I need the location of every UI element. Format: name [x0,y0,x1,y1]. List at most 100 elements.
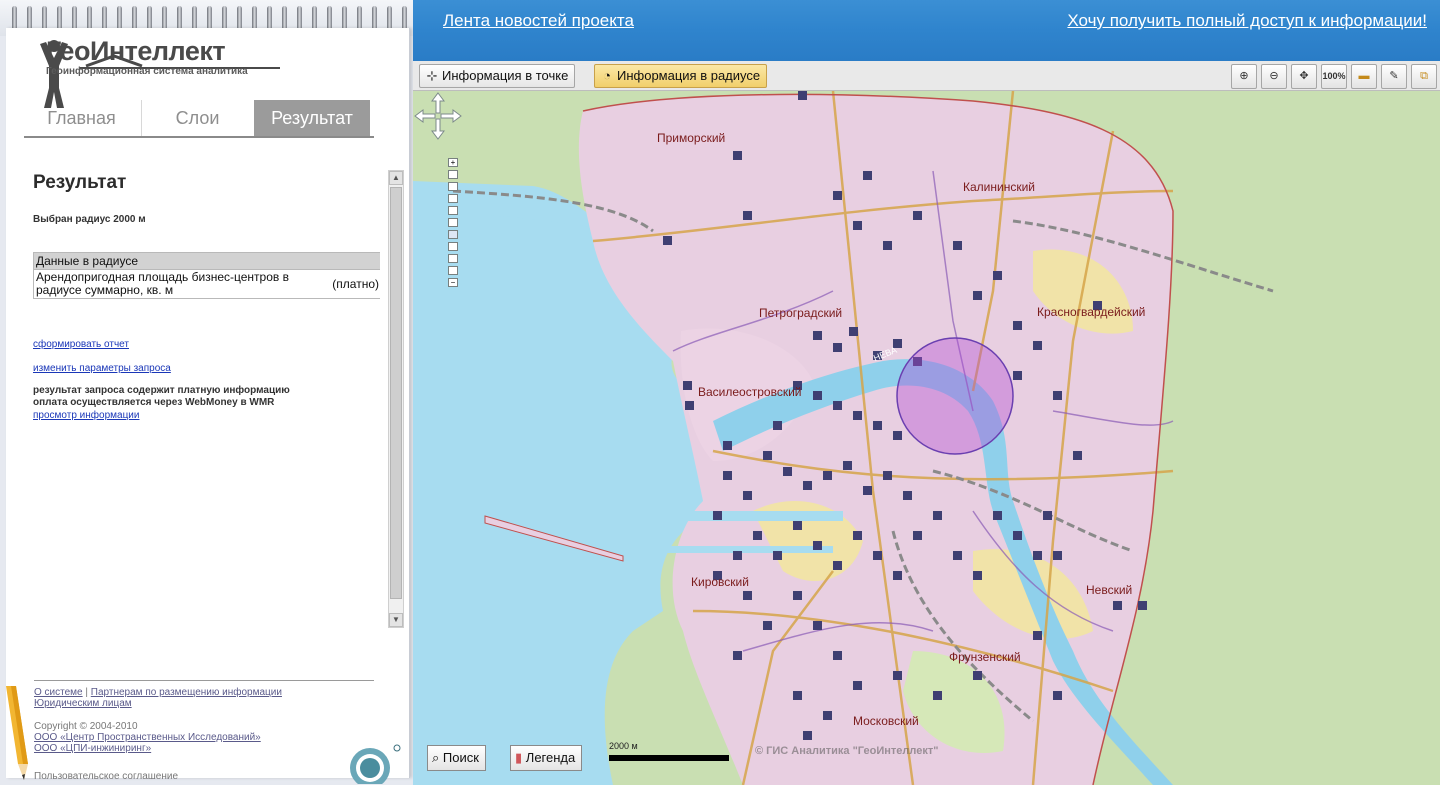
legal-link[interactable]: Юридическим лицам [34,698,132,709]
news-feed-link[interactable]: Лента новостей проекта [443,11,634,31]
crosshair-icon: ⊹ [426,68,438,83]
zoom-level[interactable] [448,266,458,275]
spiral-ring [57,6,62,30]
spiral-ring [357,6,362,30]
map-base-layer [413,91,1440,785]
legend-button[interactable]: ▮ Легенда [510,745,583,771]
results-table: Данные в радиусе Арендопригодная площадь… [33,252,380,299]
spiral-ring [402,6,407,30]
notice-line-2: оплата осуществляется через WebMoney в W… [33,397,275,408]
district-label: Фрунзенский [949,650,1021,664]
fullscreen-icon[interactable]: ⧉ [1411,64,1437,89]
zoom-in-icon[interactable]: ⊕ [1231,64,1257,89]
search-icon: ⌕ [432,750,440,765]
spiral-ring [132,6,137,30]
about-link[interactable]: О системе [34,687,83,698]
page-title: Результат [33,172,127,193]
map-canvas[interactable]: Приморский Калининский Петроградский Кра… [413,91,1440,785]
info-radius-button[interactable]: ◔ Информация в радиусе [594,64,768,88]
spiral-ring [372,6,377,30]
spiral-ring [177,6,182,30]
tab-result[interactable]: Результат [254,100,370,136]
pencil-icon [6,686,28,780]
zoom-100-button[interactable]: 100% [1321,64,1347,89]
table-header: Данные в радиусе [34,253,380,270]
map-toolbar: ⊹ Информация в точке ◔ Информация в радиус… [413,61,1440,91]
spiral-ring [12,6,17,30]
zoom-plus-icon[interactable]: + [448,158,458,167]
spiral-ring [87,6,92,30]
org1-link[interactable]: ООО «Центр Пространственных Исследований… [34,732,261,743]
district-label: Петроградский [759,306,843,320]
user-agreement-link[interactable]: Пользовательское соглашение [34,771,178,782]
notice-line-1: результат запроса содержит платную инфор… [33,385,290,396]
district-label: Красногвардейский [1037,305,1146,319]
table-row-name: Арендопригодная площадь бизнес-центров в… [36,270,289,297]
zoom-slider[interactable]: + − [448,158,458,288]
table-row[interactable]: Арендопригодная площадь бизнес-центров в… [34,270,380,298]
spiral-ring [237,6,242,30]
zoom-level[interactable] [448,194,458,203]
copyright-text: Copyright © 2004-2010 [34,721,138,732]
ruler-icon[interactable]: ▬ [1351,64,1377,89]
legend-label: Легенда [525,750,576,765]
top-bar: Лента новостей проекта Хочу получить пол… [413,0,1440,61]
spiral-ring [267,6,272,30]
spiral-ring [102,6,107,30]
pan-icon[interactable]: ✥ [1291,64,1317,89]
scroll-down-icon[interactable]: ▼ [389,613,403,627]
globe-logo-icon[interactable] [348,738,404,784]
spiral-ring [207,6,212,30]
district-label: Приморский [657,131,726,145]
org2-link[interactable]: ООО «ЦПИ-инжиниринг» [34,743,151,754]
brand-subtitle: Геоинформационная система аналитика [46,66,248,77]
selected-radius-text: Выбран радиус 2000 м [33,214,146,225]
tab-main[interactable]: Главная [24,100,139,136]
left-panel: ГеоИнтеллект Геоинформационная система а… [0,0,413,785]
zoom-level[interactable] [448,218,458,227]
view-info-link[interactable]: просмотр информации [33,410,139,421]
district-label: Невский [1086,583,1133,597]
tab-layers[interactable]: Слои [141,100,253,136]
zoom-level[interactable] [448,182,458,191]
legend-icon: ▮ [515,750,523,765]
eraser-icon[interactable]: ✎ [1381,64,1407,89]
district-label: Московский [853,714,919,728]
content-scrollbar[interactable]: ▲ ▼ [388,170,404,628]
search-label: Поиск [442,750,479,765]
spiral-ring [147,6,152,30]
scroll-up-icon[interactable]: ▲ [389,171,403,185]
district-label: Калининский [963,180,1035,194]
zoom-level[interactable] [448,254,458,263]
zoom-minus-icon[interactable]: − [448,278,458,287]
result-content: Результат Выбран радиус 2000 м Данные в … [24,140,390,598]
partners-link[interactable]: Партнерам по размещению информации [91,687,282,698]
search-button[interactable]: ⌕ Поиск [427,745,486,771]
spiral-ring [192,6,197,30]
zoom-level[interactable] [448,242,458,251]
spiral-ring [252,6,257,30]
spiral-ring [312,6,317,30]
zoom-handle[interactable] [448,230,458,239]
info-point-button[interactable]: ⊹ Информация в точке [419,64,576,88]
change-params-link[interactable]: изменить параметры запроса [33,363,171,374]
zoom-level[interactable] [448,206,458,215]
spiral-ring [72,6,77,30]
full-access-link[interactable]: Хочу получить полный доступ к информации… [1067,11,1427,31]
district-label: Василеостровский [698,385,802,399]
spiral-ring [342,6,347,30]
spiral-ring [297,6,302,30]
map-copyright: © ГИС Аналитика "ГеоИнтеллект" [755,745,939,757]
zoom-out-icon[interactable]: ⊖ [1261,64,1287,89]
tab-bar: Главная Слои Результат [24,100,374,138]
brand-name: ГеоИнтеллект [46,36,226,66]
table-row-value: (платно) [332,277,379,291]
create-report-link[interactable]: сформировать отчет [33,339,129,350]
scroll-thumb[interactable] [390,187,402,599]
spiral-ring [162,6,167,30]
footer: О системе | Партнерам по размещению инфо… [34,680,374,782]
zoom-level[interactable] [448,170,458,179]
spiral-ring [222,6,227,30]
spiral-ring [117,6,122,30]
pan-navigation-icon[interactable] [413,91,463,141]
